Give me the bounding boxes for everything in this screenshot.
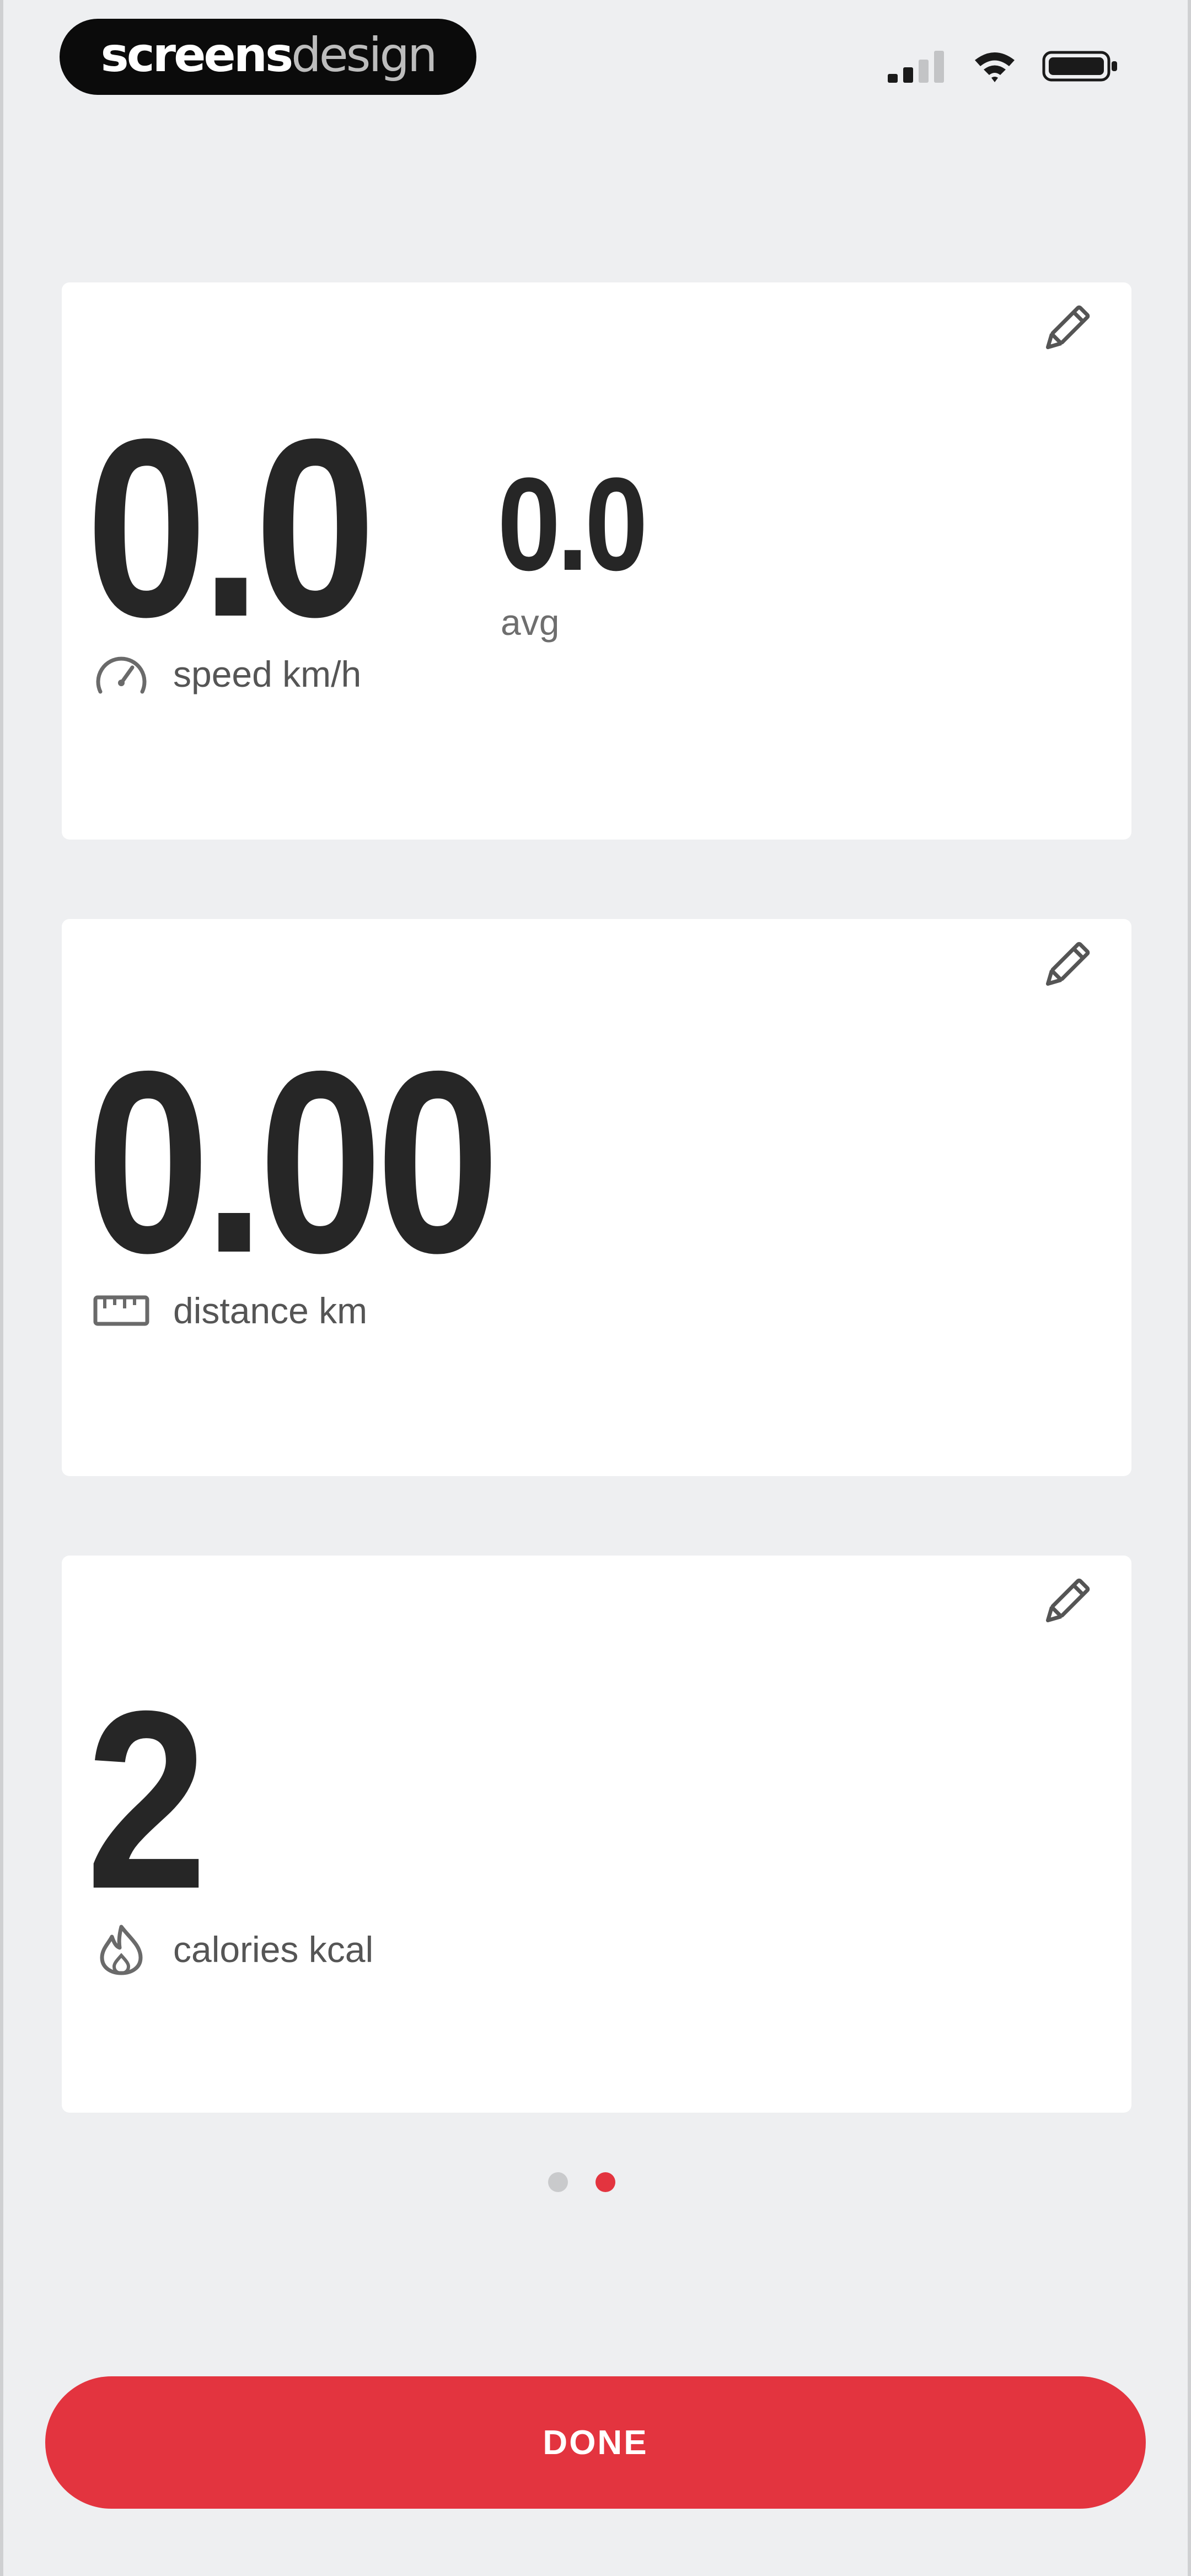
pencil-icon	[1037, 301, 1095, 361]
brand-logo-bold: screens	[100, 28, 294, 83]
brand-logo: screens design	[60, 19, 476, 95]
speed-card: 0.0 0.0 avg speed km/h	[62, 282, 1131, 840]
pencil-icon	[1037, 1574, 1095, 1634]
page-dot-2[interactable]	[596, 2172, 615, 2192]
avg-speed-label: avg	[501, 602, 560, 643]
speed-label: speed km/h	[173, 654, 362, 694]
cellular-signal-icon	[887, 49, 947, 87]
battery-icon	[1042, 49, 1119, 86]
edit-distance-button[interactable]	[1030, 931, 1102, 1003]
distance-card: 0.00 distance km	[62, 919, 1131, 1476]
speed-value: 0.0	[86, 387, 376, 670]
distance-label-row: distance km	[92, 1285, 367, 1336]
calories-label: calories kcal	[173, 1929, 374, 1970]
brand-logo-light: design	[291, 28, 437, 83]
speed-label-row: speed km/h	[92, 649, 361, 699]
edit-speed-button[interactable]	[1030, 295, 1102, 366]
done-button[interactable]: DONE	[45, 2376, 1146, 2509]
speedometer-icon	[92, 649, 151, 699]
pencil-icon	[1037, 937, 1095, 997]
edit-calories-button[interactable]	[1030, 1568, 1102, 1639]
wifi-icon	[973, 49, 1017, 86]
status-icons	[887, 49, 1119, 87]
page-dot-1[interactable]	[548, 2172, 568, 2192]
distance-value: 0.00	[86, 1017, 500, 1307]
calories-label-row: calories kcal	[92, 1924, 373, 1975]
calories-value: 2	[86, 1659, 207, 1942]
distance-label: distance km	[173, 1290, 368, 1331]
avg-speed-value: 0.0	[497, 450, 648, 598]
page-indicator	[0, 2172, 1191, 2192]
flame-icon	[92, 1924, 151, 1975]
ruler-icon	[92, 1285, 151, 1336]
calories-card: 2 calories kcal	[62, 1556, 1131, 2113]
status-bar: screens design	[0, 0, 1191, 121]
